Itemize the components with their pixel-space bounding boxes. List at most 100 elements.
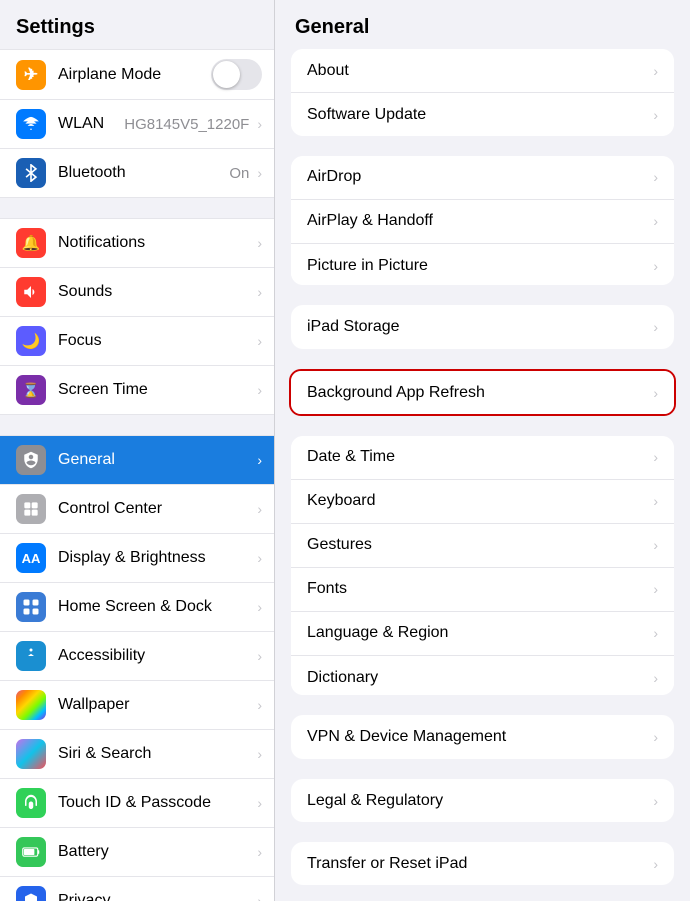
notifications-icon: 🔔: [16, 228, 46, 258]
screen-time-icon: ⌛: [16, 375, 46, 405]
settings-group-vpn: VPN & Device Management ›: [291, 715, 674, 758]
general-label: General: [58, 451, 253, 469]
home-screen-icon: [16, 592, 46, 622]
sidebar-item-battery[interactable]: Battery ›: [0, 828, 274, 877]
fonts-label: Fonts: [307, 580, 649, 598]
control-center-label: Control Center: [58, 500, 253, 518]
settings-row-airdrop[interactable]: AirDrop ›: [291, 156, 674, 200]
bluetooth-chevron: ›: [257, 165, 262, 181]
settings-row-fonts[interactable]: Fonts ›: [291, 568, 674, 612]
dictionary-chevron: ›: [653, 670, 658, 686]
settings-row-language-region[interactable]: Language & Region ›: [291, 612, 674, 656]
sidebar-item-notifications[interactable]: 🔔 Notifications ›: [0, 218, 274, 268]
keyboard-chevron: ›: [653, 493, 658, 509]
date-time-label: Date & Time: [307, 448, 649, 466]
settings-group-about: About › Software Update ›: [291, 49, 674, 136]
legal-chevron: ›: [653, 793, 658, 809]
accessibility-chevron: ›: [257, 648, 262, 664]
airdrop-label: AirDrop: [307, 168, 649, 186]
bluetooth-value: On: [229, 165, 249, 182]
display-brightness-label: Display & Brightness: [58, 549, 253, 567]
airplane-mode-icon: ✈: [16, 60, 46, 90]
settings-group-ipad-storage: iPad Storage ›: [291, 305, 674, 348]
ipad-storage-chevron: ›: [653, 319, 658, 335]
settings-row-ipad-storage[interactable]: iPad Storage ›: [291, 305, 674, 348]
general-icon: [16, 445, 46, 475]
settings-group-background-app-refresh: Background App Refresh ›: [289, 369, 676, 416]
wallpaper-label: Wallpaper: [58, 696, 253, 714]
settings-row-picture-in-picture[interactable]: Picture in Picture ›: [291, 244, 674, 286]
settings-row-background-app-refresh[interactable]: Background App Refresh ›: [291, 371, 674, 415]
settings-row-legal[interactable]: Legal & Regulatory ›: [291, 779, 674, 822]
airplay-handoff-label: AirPlay & Handoff: [307, 212, 649, 230]
home-screen-dock-label: Home Screen & Dock: [58, 598, 253, 616]
sidebar-item-home-screen-dock[interactable]: Home Screen & Dock ›: [0, 583, 274, 632]
sidebar-item-sounds[interactable]: Sounds ›: [0, 268, 274, 317]
gestures-chevron: ›: [653, 537, 658, 553]
battery-chevron: ›: [257, 844, 262, 860]
focus-icon: 🌙: [16, 326, 46, 356]
picture-in-picture-label: Picture in Picture: [307, 257, 649, 275]
sounds-icon: [16, 277, 46, 307]
toggle-knob: [213, 61, 240, 88]
sidebar-item-display-brightness[interactable]: AA Display & Brightness ›: [0, 534, 274, 583]
touch-id-chevron: ›: [257, 795, 262, 811]
sidebar-scroll: ✈ Airplane Mode WLAN HG8145V5_1220: [0, 49, 274, 901]
wlan-value: HG8145V5_1220F: [124, 116, 249, 133]
settings-row-about[interactable]: About ›: [291, 49, 674, 93]
control-center-icon: [16, 494, 46, 524]
notifications-label: Notifications: [58, 234, 253, 252]
main-title: General: [275, 0, 690, 49]
bluetooth-label: Bluetooth: [58, 164, 229, 182]
siri-search-chevron: ›: [257, 746, 262, 762]
screen-time-chevron: ›: [257, 382, 262, 398]
sidebar-item-control-center[interactable]: Control Center ›: [0, 485, 274, 534]
sidebar-item-general[interactable]: General ›: [0, 435, 274, 485]
ipad-storage-label: iPad Storage: [307, 318, 649, 336]
about-chevron: ›: [653, 63, 658, 79]
control-center-chevron: ›: [257, 501, 262, 517]
vpn-chevron: ›: [653, 729, 658, 745]
settings-row-dictionary[interactable]: Dictionary ›: [291, 656, 674, 696]
focus-label: Focus: [58, 332, 253, 350]
battery-icon: [16, 837, 46, 867]
sidebar-item-focus[interactable]: 🌙 Focus ›: [0, 317, 274, 366]
software-update-chevron: ›: [653, 107, 658, 123]
sidebar: Settings ✈ Airplane Mode: [0, 0, 275, 901]
background-app-refresh-label: Background App Refresh: [307, 384, 649, 402]
sidebar-item-siri-search[interactable]: Siri & Search ›: [0, 730, 274, 779]
sidebar-item-airplane-mode[interactable]: ✈ Airplane Mode: [0, 49, 274, 100]
sidebar-item-screen-time[interactable]: ⌛ Screen Time ›: [0, 366, 274, 415]
sounds-chevron: ›: [257, 284, 262, 300]
settings-row-gestures[interactable]: Gestures ›: [291, 524, 674, 568]
settings-row-software-update[interactable]: Software Update ›: [291, 93, 674, 136]
settings-row-transfer-reset[interactable]: Transfer or Reset iPad ›: [291, 842, 674, 885]
picture-in-picture-chevron: ›: [653, 258, 658, 274]
sidebar-item-touch-id[interactable]: Touch ID & Passcode ›: [0, 779, 274, 828]
siri-icon: [16, 739, 46, 769]
airplane-mode-toggle[interactable]: [211, 59, 262, 90]
settings-row-keyboard[interactable]: Keyboard ›: [291, 480, 674, 524]
language-region-label: Language & Region: [307, 624, 649, 642]
background-app-refresh-chevron: ›: [653, 385, 658, 401]
privacy-label: Privacy: [58, 892, 253, 901]
accessibility-label: Accessibility: [58, 647, 253, 665]
legal-label: Legal & Regulatory: [307, 792, 649, 810]
siri-search-label: Siri & Search: [58, 745, 253, 763]
sidebar-item-privacy[interactable]: Privacy ›: [0, 877, 274, 901]
sidebar-item-wlan[interactable]: WLAN HG8145V5_1220F ›: [0, 100, 274, 149]
focus-chevron: ›: [257, 333, 262, 349]
sidebar-section-system2: General › Control Center › AA: [0, 435, 274, 901]
settings-row-date-time[interactable]: Date & Time ›: [291, 436, 674, 480]
battery-label: Battery: [58, 843, 253, 861]
settings-row-airplay-handoff[interactable]: AirPlay & Handoff ›: [291, 200, 674, 244]
sidebar-item-accessibility[interactable]: Accessibility ›: [0, 632, 274, 681]
touch-id-label: Touch ID & Passcode: [58, 794, 253, 812]
sidebar-item-bluetooth[interactable]: Bluetooth On ›: [0, 149, 274, 198]
display-brightness-chevron: ›: [257, 550, 262, 566]
wallpaper-chevron: ›: [257, 697, 262, 713]
dictionary-label: Dictionary: [307, 669, 649, 687]
settings-group-datetime: Date & Time › Keyboard › Gestures › Font…: [291, 436, 674, 696]
settings-row-vpn[interactable]: VPN & Device Management ›: [291, 715, 674, 758]
sidebar-item-wallpaper[interactable]: Wallpaper ›: [0, 681, 274, 730]
